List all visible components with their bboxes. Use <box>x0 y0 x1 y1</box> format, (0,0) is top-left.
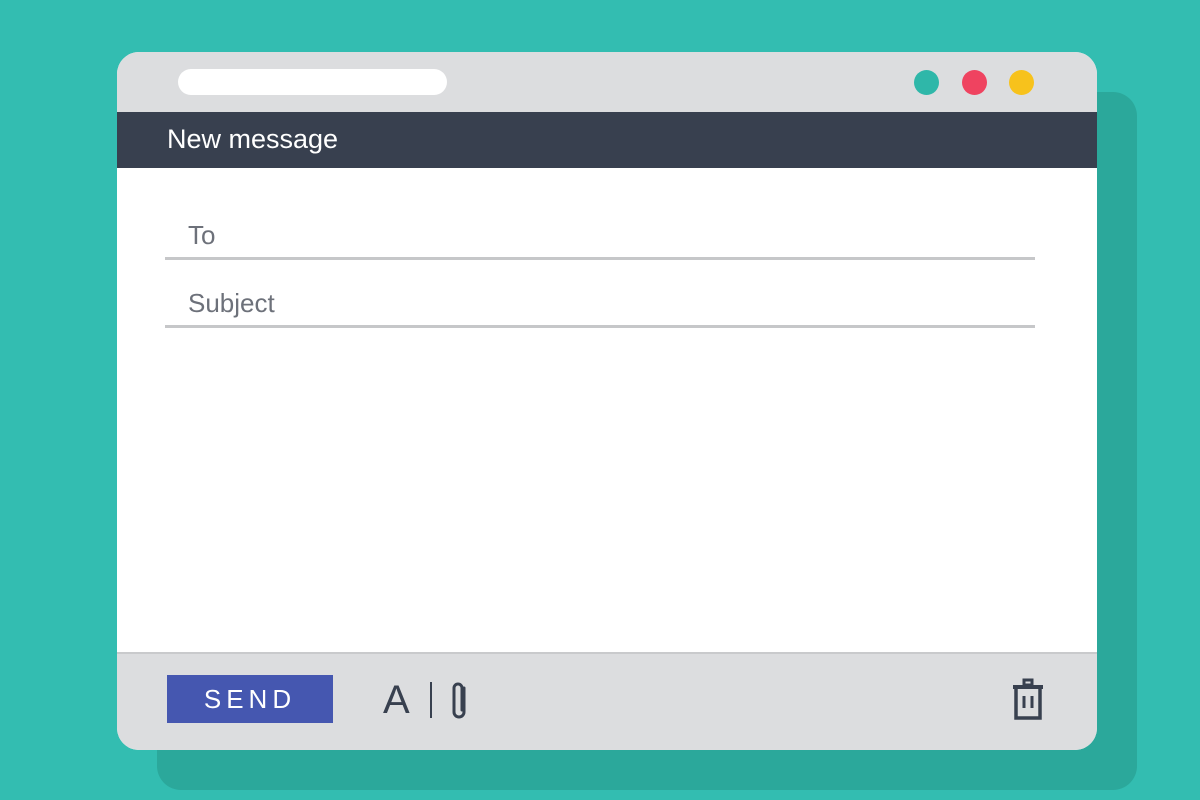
message-body[interactable] <box>117 352 1097 650</box>
to-field[interactable]: To <box>165 210 1035 260</box>
trash-icon[interactable] <box>1010 678 1046 722</box>
subject-field[interactable]: Subject <box>165 278 1035 328</box>
compose-header: New message <box>117 112 1097 168</box>
yellow-window-dot[interactable] <box>1009 70 1034 95</box>
format-text-icon[interactable]: A <box>383 678 410 723</box>
teal-window-dot[interactable] <box>914 70 939 95</box>
paperclip-icon[interactable] <box>449 680 471 722</box>
address-bar[interactable] <box>178 69 447 95</box>
title-bar <box>117 52 1097 112</box>
red-window-dot[interactable] <box>962 70 987 95</box>
send-button[interactable]: SEND <box>167 675 333 723</box>
toolbar-divider <box>430 682 432 718</box>
compose-toolbar: SEND A <box>117 652 1097 750</box>
compose-window: New message To Subject SEND A <box>117 52 1097 750</box>
